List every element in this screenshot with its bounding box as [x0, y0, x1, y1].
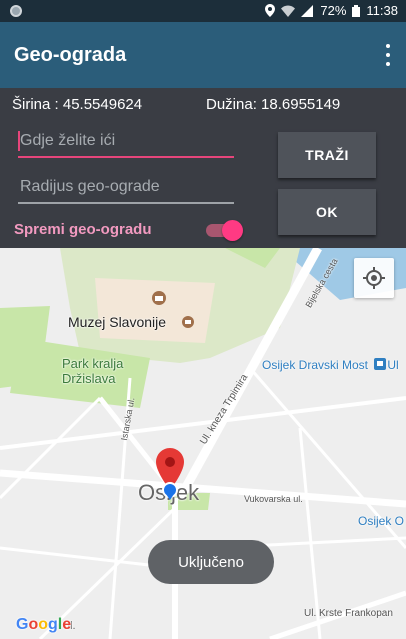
museum-label: Muzej Slavonije [68, 314, 167, 330]
app-icon [10, 5, 22, 17]
signal-icon [301, 4, 314, 17]
krste-label: Ul. Krste Frankopan [304, 608, 393, 619]
status-icons: 72% 11:38 [265, 3, 398, 18]
app-bar: Geo-ograda [0, 22, 406, 88]
control-panel: Širina : 45.5549624 Dužina: 18.6955149 G… [0, 88, 406, 248]
save-geofence-switch[interactable] [206, 220, 244, 241]
wifi-icon [281, 5, 296, 17]
radius-input[interactable]: Radijus geo-ograde [18, 174, 234, 204]
switch-thumb [222, 220, 243, 241]
destination-input[interactable]: Gdje želite ići [18, 128, 234, 158]
map-view[interactable]: Muzej Slavonije Park kralja Držislava Os… [0, 248, 406, 639]
battery-level: 72% [320, 3, 347, 18]
my-location-button[interactable] [354, 258, 394, 298]
museum-icon [152, 291, 166, 305]
app-title: Geo-ograda [14, 44, 127, 66]
museum-icon-small [182, 316, 194, 328]
park-label: Park kralja Držislava [62, 356, 124, 386]
location-icon [265, 4, 276, 17]
toast-message: Uključeno [148, 540, 274, 584]
google-logo: Google [16, 616, 72, 633]
ok-button[interactable]: OK [278, 189, 376, 235]
battery-icon [352, 4, 361, 17]
status-bar: 72% 11:38 [0, 0, 406, 22]
longitude-readout: Dužina: 18.6955149 [206, 96, 341, 113]
search-button[interactable]: TRAŽI [278, 132, 376, 178]
save-geofence-label: Spremi geo-ogradu [14, 221, 152, 238]
clock: 11:38 [366, 3, 398, 18]
vukovarska-label: Vukovarska ul. [244, 494, 303, 504]
dravski-most-label: Osijek Dravski Most Ul [262, 358, 399, 372]
overflow-menu-icon[interactable] [384, 44, 392, 66]
osijek-o-label: Osijek O [358, 514, 405, 528]
crosshair-icon [363, 267, 385, 289]
my-location-icon [162, 482, 178, 500]
latitude-readout: Širina : 45.5549624 [12, 96, 143, 113]
